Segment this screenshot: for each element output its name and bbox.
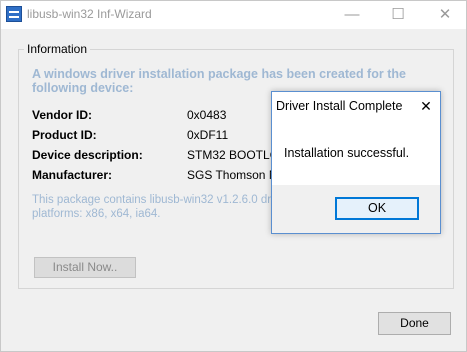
minimize-icon: — — [344, 6, 360, 23]
manufacturer-label: Manufacturer: — [32, 168, 113, 182]
package-info-line-2: platforms: x86, x64, ia64. — [32, 208, 161, 220]
dialog-message: Installation successful. — [284, 146, 410, 160]
driver-install-complete-dialog: Driver Install Complete ✕ Installation s… — [271, 91, 441, 234]
dialog-close-button[interactable]: ✕ — [412, 92, 440, 120]
package-info-text: This package contains libusb-win32 v1.2.… — [32, 193, 290, 221]
maximize-icon: ☐ — [391, 6, 405, 23]
dialog-title: Driver Install Complete — [276, 99, 403, 113]
close-icon: ✕ — [438, 6, 452, 23]
dialog-footer: OK — [272, 185, 440, 233]
minimize-button[interactable]: — — [329, 1, 375, 29]
dialog-title-bar: Driver Install Complete ✕ — [272, 92, 440, 120]
ok-button[interactable]: OK — [335, 197, 419, 220]
vendor-id-value: 0x0483 — [187, 108, 227, 122]
done-button[interactable]: Done — [378, 312, 451, 335]
product-id-label: Product ID: — [32, 128, 97, 142]
device-description-label: Device description: — [32, 148, 143, 162]
window-title: libusb-win32 Inf-Wizard — [27, 7, 152, 21]
install-now-button[interactable]: Install Now.. — [34, 257, 136, 278]
app-icon — [6, 6, 22, 22]
vendor-id-label: Vendor ID: — [32, 108, 93, 122]
close-icon: ✕ — [420, 98, 432, 114]
maximize-button[interactable]: ☐ — [375, 1, 421, 29]
package-info-line-1: This package contains libusb-win32 v1.2.… — [32, 194, 290, 206]
close-button[interactable]: ✕ — [422, 1, 467, 29]
product-id-value: 0xDF11 — [187, 128, 229, 142]
information-group-label: Information — [24, 42, 91, 56]
title-bar: libusb-win32 Inf-Wizard — ☐ ✕ — [1, 1, 466, 29]
